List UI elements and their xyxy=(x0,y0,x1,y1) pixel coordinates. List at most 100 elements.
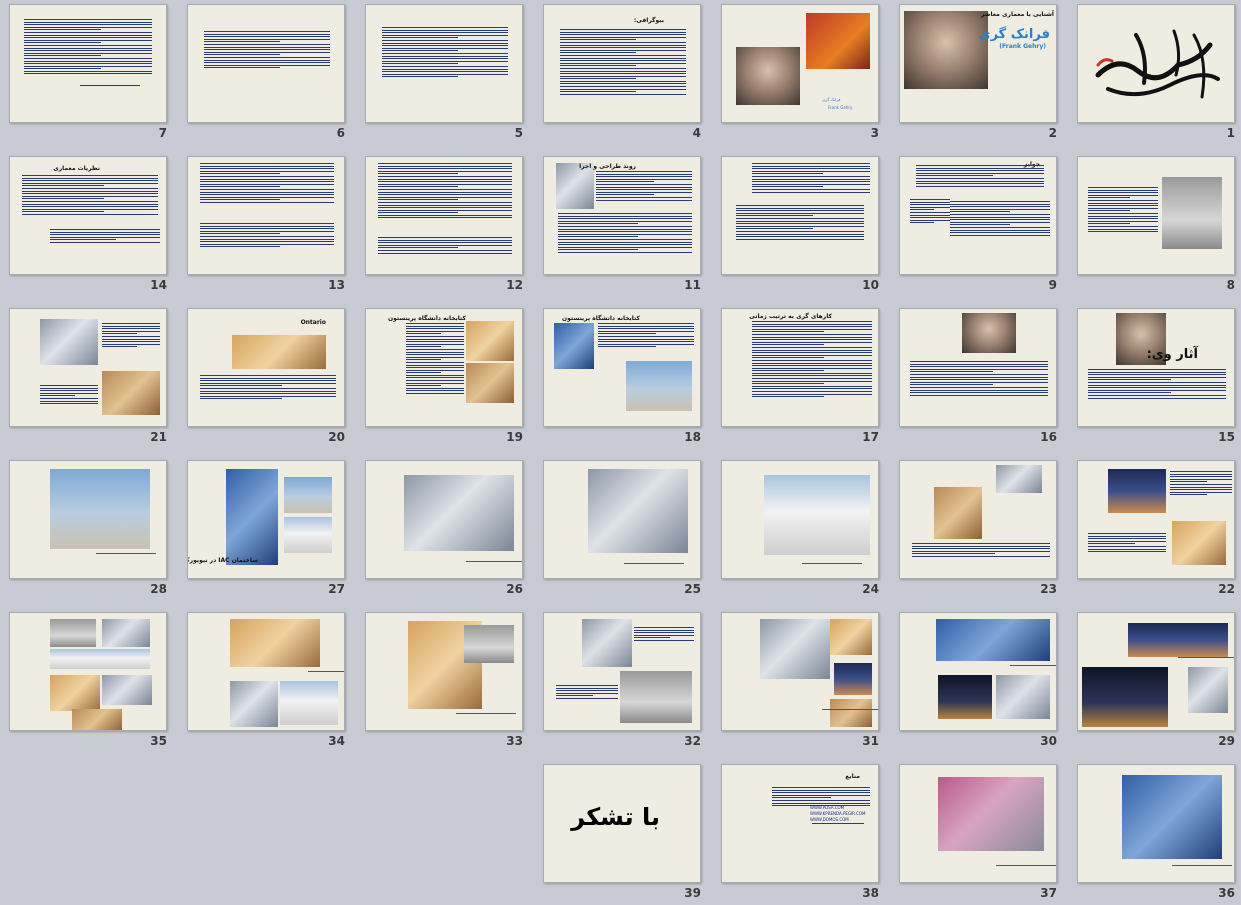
slide-preview[interactable]: فرانک گری Frank Gehry xyxy=(721,4,879,123)
slide-preview[interactable] xyxy=(365,4,523,123)
slide-thumbnail[interactable]: 25 xyxy=(543,460,701,598)
slide-preview[interactable] xyxy=(899,308,1057,427)
slide-thumbnail[interactable]: 32 xyxy=(543,612,701,750)
slide-thumbnail[interactable]: 7 xyxy=(9,4,167,142)
slide-preview[interactable] xyxy=(9,4,167,123)
slide-preview[interactable]: روند طراحی و اجرا xyxy=(543,156,701,275)
body-text xyxy=(1088,187,1158,247)
slide-thumbnail[interactable]: 35 xyxy=(9,612,167,750)
slide-preview[interactable] xyxy=(9,308,167,427)
slide-number: 12 xyxy=(506,278,523,292)
slide-thumbnail[interactable]: منابع WWW.PDSA.COM WWW.KPRENDA.PEGIR.COM WW… xyxy=(721,764,879,902)
slide-thumbnail[interactable]: جوایز 9 xyxy=(899,156,1057,294)
slide-preview[interactable] xyxy=(721,612,879,731)
slide-thumbnail[interactable]: 33 xyxy=(365,612,523,750)
slide-thumbnail[interactable]: Ontario 20 xyxy=(187,308,345,446)
slide-thumbnail[interactable]: 6 xyxy=(187,4,345,142)
slide-preview[interactable] xyxy=(1077,4,1235,123)
slide-number: 10 xyxy=(862,278,879,292)
slide-thumbnail[interactable]: 24 xyxy=(721,460,879,598)
slide-preview[interactable] xyxy=(721,460,879,579)
slide-thumbnail[interactable]: 8 xyxy=(1077,156,1235,294)
slide-thumbnail[interactable]: با تشکر 39 xyxy=(543,764,701,902)
slide-preview[interactable]: بیوگرافی: xyxy=(543,4,701,123)
slide-number: 24 xyxy=(862,582,879,596)
slide-thumbnail[interactable]: 13 xyxy=(187,156,345,294)
slide-preview[interactable] xyxy=(1077,612,1235,731)
slide-thumbnail[interactable]: 5 xyxy=(365,4,523,142)
slide-thumbnail[interactable]: 31 xyxy=(721,612,879,750)
slide-photo xyxy=(996,675,1050,719)
slide-preview[interactable] xyxy=(9,612,167,731)
slide-thumbnail[interactable]: کتابخانه دانشگاه پرینستون 18 xyxy=(543,308,701,446)
slide-thumbnail[interactable]: آشنایی با معماری معاصر فرانک گری (Frank Ge… xyxy=(899,4,1057,142)
body-text xyxy=(200,375,336,407)
slide-thumbnail[interactable]: 28 xyxy=(9,460,167,598)
slide-thumbnail[interactable]: 21 xyxy=(9,308,167,446)
slide-preview[interactable]: جوایز xyxy=(899,156,1057,275)
slide-title: آثار وی: xyxy=(1146,347,1198,362)
slide-thumbnail[interactable]: 16 xyxy=(899,308,1057,446)
slide-photo xyxy=(50,469,150,549)
slide-preview[interactable] xyxy=(365,460,523,579)
slide-number: 36 xyxy=(1218,886,1235,900)
slide-preview[interactable]: با تشکر xyxy=(543,764,701,883)
slide-thumbnail[interactable]: 29 xyxy=(1077,612,1235,750)
slide-thumbnail[interactable]: آثار وی: 15 xyxy=(1077,308,1235,446)
slide-thumbnail[interactable]: 37 xyxy=(899,764,1057,902)
slide-preview[interactable] xyxy=(187,612,345,731)
slide-preview[interactable] xyxy=(543,460,701,579)
slide-preview[interactable]: نظریات معماری xyxy=(9,156,167,275)
slide-thumbnail[interactable]: ساختمان IAC در نیویورک 27 xyxy=(187,460,345,598)
calligraphy-stroke xyxy=(1192,33,1206,99)
slide-preview[interactable] xyxy=(187,4,345,123)
slide-number: 11 xyxy=(684,278,701,292)
slide-photo xyxy=(230,681,278,727)
slide-thumbnail[interactable]: 23 xyxy=(899,460,1057,598)
slide-preview[interactable] xyxy=(9,460,167,579)
slide-thumbnail[interactable]: نظریات معماری 14 xyxy=(9,156,167,294)
slide-preview[interactable] xyxy=(365,156,523,275)
slide-preview[interactable] xyxy=(899,460,1057,579)
slide-preview[interactable] xyxy=(899,764,1057,883)
slide-preview[interactable]: ساختمان IAC در نیویورک xyxy=(187,460,345,579)
slide-preview[interactable]: کتابخانه دانشگاه پرینستون xyxy=(543,308,701,427)
slide-thumbnail[interactable]: 1 xyxy=(1077,4,1235,142)
slide-number: 26 xyxy=(506,582,523,596)
slide-thumbnail[interactable]: بیوگرافی: 4 xyxy=(543,4,701,142)
slide-preview[interactable] xyxy=(543,612,701,731)
slide-preview[interactable]: Ontario xyxy=(187,308,345,427)
slide-thumbnail[interactable]: 34 xyxy=(187,612,345,750)
slide-preview[interactable] xyxy=(1077,156,1235,275)
slide-number: 8 xyxy=(1226,278,1235,292)
slide-title: Ontario xyxy=(300,319,326,326)
slide-preview[interactable] xyxy=(899,612,1057,731)
slide-preview[interactable]: منابع WWW.PDSA.COM WWW.KPRENDA.PEGIR.COM WW… xyxy=(721,764,879,883)
slide-title: کتابخانه دانشگاه پرینستون xyxy=(388,315,466,322)
slide-thumbnail[interactable]: 30 xyxy=(899,612,1057,750)
slide-thumbnail[interactable]: روند طراحی و اجرا 11 xyxy=(543,156,701,294)
slide-caption: Frank Gehry xyxy=(828,105,853,110)
slide-preview[interactable]: کتابخانه دانشگاه پرینستون xyxy=(365,308,523,427)
slide-number: 39 xyxy=(684,886,701,900)
slide-photo xyxy=(996,465,1042,493)
slide-thumbnail[interactable]: 36 xyxy=(1077,764,1235,902)
slide-thumbnail[interactable]: 26 xyxy=(365,460,523,598)
slide-thumbnail[interactable]: کارهای گری به ترتیب زمانی 17 xyxy=(721,308,879,446)
slide-preview[interactable] xyxy=(721,156,879,275)
slide-preview[interactable] xyxy=(365,612,523,731)
slide-preview[interactable] xyxy=(1077,460,1235,579)
slide-thumbnail[interactable]: فرانک گری Frank Gehry 3 xyxy=(721,4,879,142)
slide-thumbnail[interactable]: 22 xyxy=(1077,460,1235,598)
slide-thumbnail[interactable]: 10 xyxy=(721,156,879,294)
slide-thumbnail[interactable]: کتابخانه دانشگاه پرینستون 19 xyxy=(365,308,523,446)
slide-preview[interactable]: کارهای گری به ترتیب زمانی xyxy=(721,308,879,427)
slide-preview[interactable]: آشنایی با معماری معاصر فرانک گری (Frank Ge… xyxy=(899,4,1057,123)
slide-photo xyxy=(626,361,692,411)
slide-preview[interactable] xyxy=(1077,764,1235,883)
slide-number: 2 xyxy=(1048,126,1057,140)
slide-preview[interactable]: آثار وی: xyxy=(1077,308,1235,427)
slide-preview[interactable] xyxy=(187,156,345,275)
slide-photo xyxy=(226,469,278,565)
slide-thumbnail[interactable]: 12 xyxy=(365,156,523,294)
